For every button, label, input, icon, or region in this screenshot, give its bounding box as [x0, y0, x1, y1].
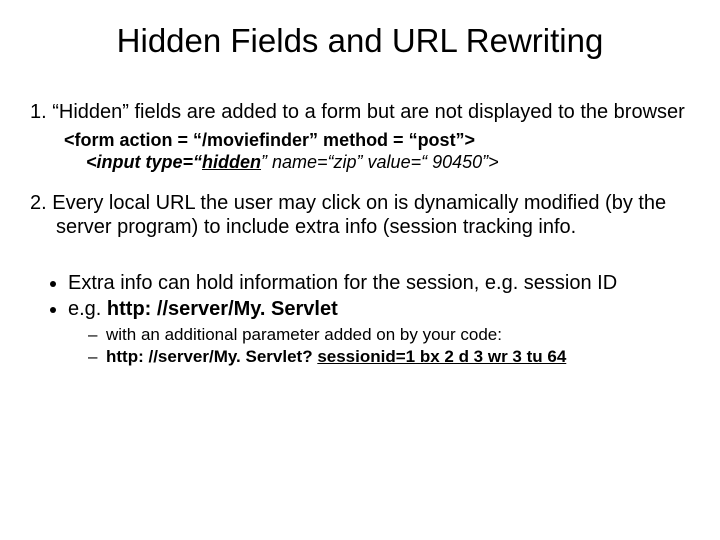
bullet-2-pre: e.g.: [68, 298, 107, 320]
code-line-2-post: ” name=“zip” value=“ 90450”>: [261, 152, 499, 172]
numbered-item-2: 2. Every local URL the user may click on…: [30, 191, 690, 239]
sub-2-sessionid: sessionid=1 bx 2 d 3 wr 3 tu 64: [317, 347, 566, 366]
code-line-2-pre: <input type=“: [86, 152, 202, 172]
slide-body: 1. “Hidden” fields are added to a form b…: [30, 100, 690, 367]
sub-bullet-1: with an additional parameter added on by…: [88, 325, 690, 345]
code-keyword-hidden: hidden: [202, 152, 261, 172]
sub-bullet-2: http: //server/My. Servlet? sessionid=1 …: [88, 347, 690, 367]
bullet-2-url: http: //server/My. Servlet: [107, 298, 338, 320]
code-block: <form action = “/moviefinder” method = “…: [64, 130, 690, 173]
bullet-item-2: e.g. http: //server/My. Servlet: [68, 297, 690, 321]
code-line-1: <form action = “/moviefinder” method = “…: [64, 130, 690, 152]
code-line-2: <input type=“hidden” name=“zip” value=“ …: [64, 152, 690, 174]
sub-2-pre: http: //server/My. Servlet?: [106, 347, 317, 366]
sub-bullet-list: with an additional parameter added on by…: [30, 325, 690, 367]
bullet-list: Extra info can hold information for the …: [30, 271, 690, 321]
slide: Hidden Fields and URL Rewriting 1. “Hidd…: [0, 0, 720, 540]
numbered-item-1: 1. “Hidden” fields are added to a form b…: [30, 100, 690, 124]
bullet-item-1: Extra info can hold information for the …: [68, 271, 690, 295]
slide-title: Hidden Fields and URL Rewriting: [30, 22, 690, 60]
